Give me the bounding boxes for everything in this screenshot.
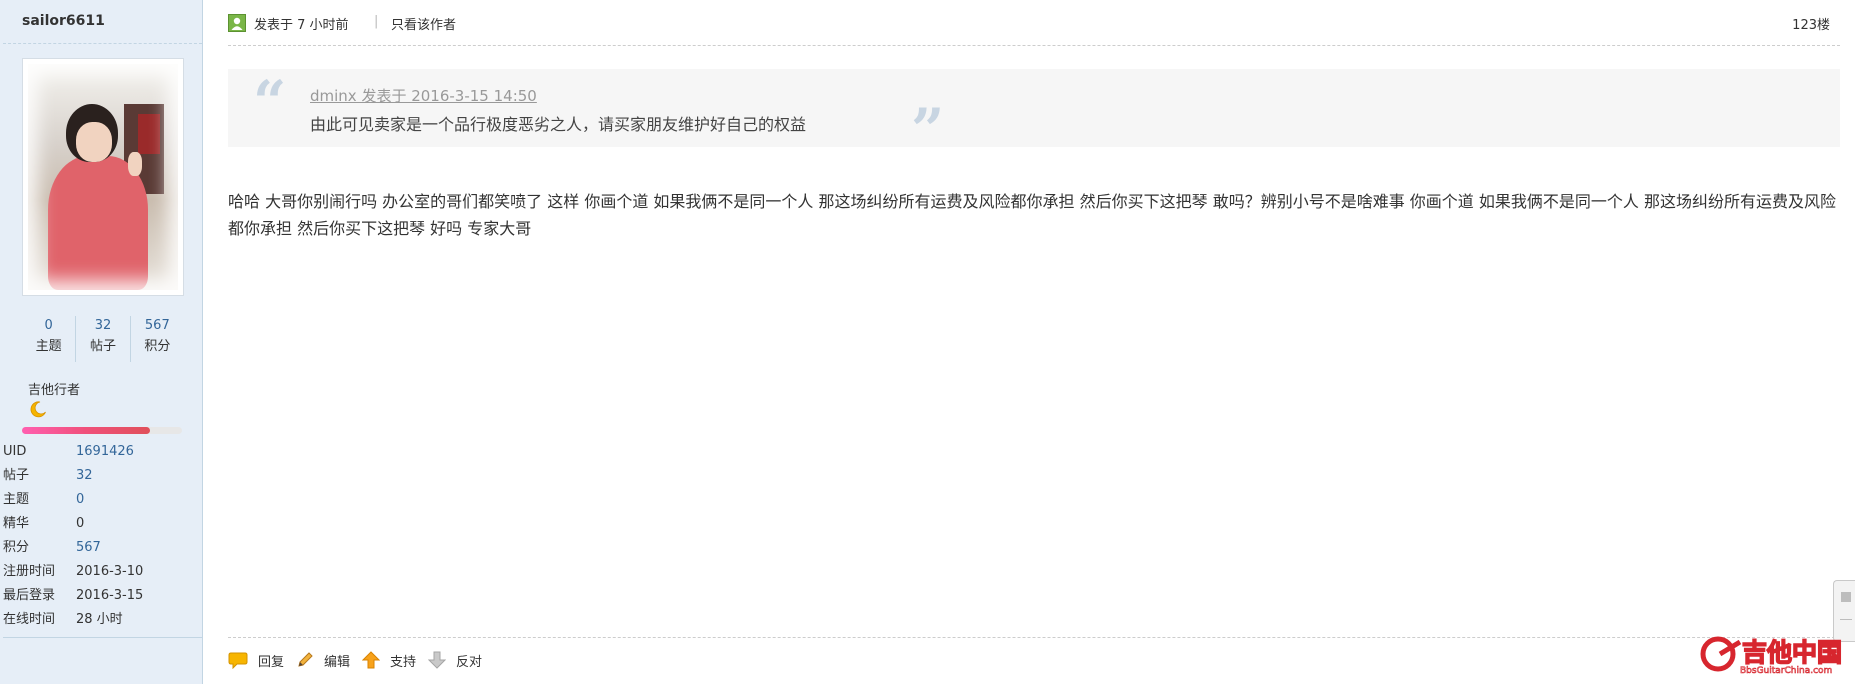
post-content: 哈哈 大哥你别闹行吗 办公室的哥们都笑喷了 这样 你画个道 如果我俩不是同一个人…: [228, 192, 1836, 238]
oppose-button[interactable]: 反对: [428, 651, 482, 670]
divider: [228, 45, 1840, 46]
support-label[interactable]: 支持: [390, 651, 416, 670]
divider: [3, 637, 202, 638]
user-stats: 0 主题 32 帖子 567 积分: [22, 316, 184, 362]
post-header: 发表于 7 小时前 | 只看该作者 123楼: [228, 12, 1840, 34]
stat-posts[interactable]: 32 帖子: [75, 316, 129, 362]
info-key: 精华: [3, 516, 30, 531]
info-key: 帖子: [3, 468, 30, 483]
info-key: 注册时间: [3, 564, 56, 579]
edit-button[interactable]: 编辑: [296, 651, 350, 670]
avatar-image[interactable]: [28, 64, 178, 290]
stat-credits[interactable]: 567 积分: [129, 316, 184, 362]
username[interactable]: sailor6611: [22, 13, 105, 29]
info-value[interactable]: 0: [76, 488, 84, 512]
edit-label[interactable]: 编辑: [324, 651, 350, 670]
rank-progress-fill: [22, 427, 150, 434]
watermark-name: 吉他中国: [1742, 638, 1842, 667]
stat-label: 帖子: [89, 339, 116, 354]
stat-value[interactable]: 0: [22, 316, 75, 336]
quote-meta-link[interactable]: dminx 发表于 2016-3-15 14:50: [310, 85, 537, 106]
stat-value[interactable]: 32: [76, 316, 129, 336]
info-key: 在线时间: [3, 612, 56, 627]
reply-button[interactable]: 回复: [228, 651, 284, 670]
reply-label[interactable]: 回复: [258, 651, 284, 670]
guitarchina-watermark: 吉他中国 BbsGuitarChina.com: [1700, 636, 1843, 676]
oppose-label[interactable]: 反对: [456, 651, 482, 670]
open-quote-icon: “: [253, 68, 287, 136]
header-separator: |: [374, 14, 379, 29]
quote-block: “ dminx 发表于 2016-3-15 14:50 由此可见卖家是一个品行极…: [228, 68, 1840, 159]
info-value: 2016-3-15: [76, 588, 144, 603]
stat-label: 积分: [144, 339, 171, 354]
post-time: 发表于 7 小时前: [254, 18, 349, 33]
divider: [228, 637, 1840, 638]
online-user-icon: [228, 14, 246, 32]
info-value[interactable]: 32: [76, 464, 93, 488]
user-sidebar: sailor6611 0 主题 32 帖子 567 积分 吉他行者 UID 16…: [0, 0, 203, 684]
reply-icon: [228, 652, 248, 669]
support-button[interactable]: 支持: [362, 651, 416, 670]
info-value: 2016-3-10: [76, 564, 144, 579]
info-key: 主题: [3, 492, 30, 507]
avatar[interactable]: [22, 58, 184, 296]
info-value[interactable]: 1691426: [76, 440, 134, 464]
moon-icon: [30, 401, 46, 418]
post-main: 发表于 7 小时前 | 只看该作者 123楼 “ dminx 发表于 2016-…: [228, 0, 1840, 684]
only-author-link[interactable]: 只看该作者: [391, 14, 456, 33]
post-actions: 回复 编辑 支持 反对: [228, 648, 494, 672]
edit-icon: [298, 652, 313, 667]
floor-number[interactable]: 123楼: [1792, 14, 1830, 33]
info-value: 28 小时: [76, 612, 123, 627]
user-rank[interactable]: 吉他行者: [28, 379, 80, 398]
oppose-icon: [428, 651, 447, 669]
stat-value[interactable]: 567: [131, 316, 184, 336]
close-quote-icon: ”: [911, 96, 945, 164]
rank-progress-bar: [22, 427, 182, 434]
quote-text: 由此可见卖家是一个品行极度恶劣之人，请买家朋友维护好自己的权益: [310, 115, 807, 134]
support-icon: [362, 651, 381, 669]
info-key: 积分: [3, 540, 30, 555]
stat-threads[interactable]: 0 主题: [22, 316, 75, 362]
info-value: 0: [76, 516, 85, 531]
divider: [3, 43, 202, 44]
stat-label: 主题: [35, 339, 62, 354]
info-key: UID: [3, 444, 27, 459]
info-key: 最后登录: [3, 588, 56, 603]
info-value[interactable]: 567: [76, 536, 101, 560]
watermark-url: BbsGuitarChina.com: [1740, 666, 1832, 676]
